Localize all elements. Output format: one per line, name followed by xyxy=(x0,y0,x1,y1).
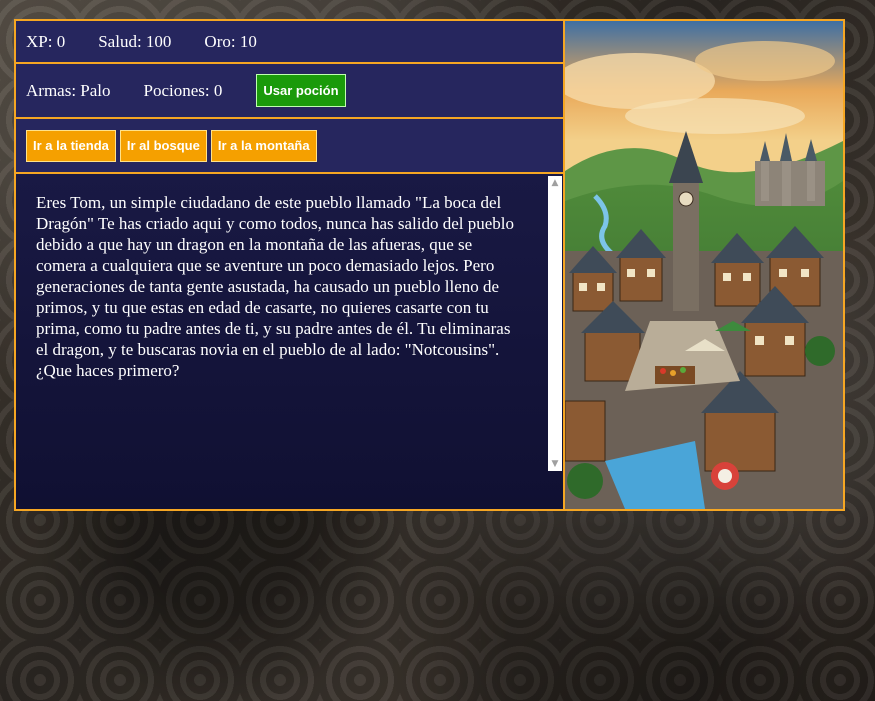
game-container: XP: 0 Salud: 100 Oro: 10 Armas: Palo Poc… xyxy=(14,19,845,511)
xp-value: 0 xyxy=(56,31,66,51)
potions-value: 0 xyxy=(213,80,223,100)
weapon-label: Armas: xyxy=(26,80,77,100)
xp-stat: XP: 0 xyxy=(26,32,65,52)
village-illustration xyxy=(565,21,843,509)
use-potion-button[interactable]: Usar poción xyxy=(256,74,346,107)
potions-stat: Pociones: 0 xyxy=(144,81,223,101)
action-buttons: Ir a la tienda Ir al bosque Ir a la mont… xyxy=(16,119,563,174)
go-mountain-button[interactable]: Ir a la montaña xyxy=(210,129,317,162)
weapon-value: Palo xyxy=(80,80,111,100)
stats-bar: XP: 0 Salud: 100 Oro: 10 xyxy=(16,21,563,64)
health-label: Salud: xyxy=(98,31,142,51)
go-forest-button[interactable]: Ir al bosque xyxy=(119,129,207,162)
scroll-down-arrow-icon[interactable]: ▼ xyxy=(548,457,562,471)
story-text: Eres Tom, un simple ciudadano de este pu… xyxy=(36,193,515,380)
gold-value: 10 xyxy=(239,31,257,51)
health-value: 100 xyxy=(145,31,172,51)
gold-label: Oro: xyxy=(204,31,236,51)
go-store-button[interactable]: Ir a la tienda xyxy=(26,129,116,162)
village-scene-image xyxy=(565,21,843,509)
potions-label: Pociones: xyxy=(143,80,210,100)
xp-label: XP: xyxy=(26,31,53,51)
weapon-stat: Armas: Palo xyxy=(26,81,111,101)
left-panel: XP: 0 Salud: 100 Oro: 10 Armas: Palo Poc… xyxy=(16,21,565,509)
story-area: Eres Tom, un simple ciudadano de este pu… xyxy=(16,174,563,509)
story-scrollbar[interactable]: ▲ ▼ xyxy=(548,176,562,471)
scroll-up-arrow-icon[interactable]: ▲ xyxy=(548,176,562,190)
gold-stat: Oro: 10 xyxy=(204,32,256,52)
health-stat: Salud: 100 xyxy=(98,32,171,52)
inventory-bar: Armas: Palo Pociones: 0 Usar poción xyxy=(16,64,563,119)
